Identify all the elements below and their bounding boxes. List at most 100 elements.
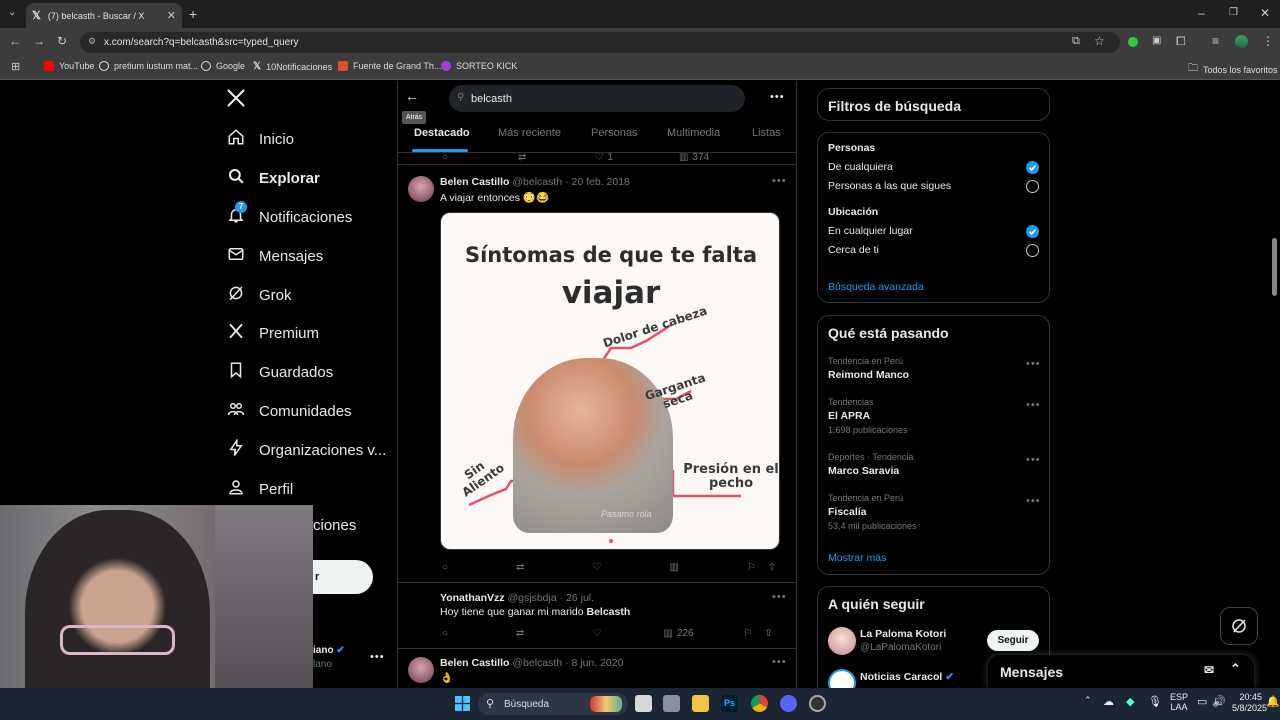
- new-message-icon[interactable]: ✉: [1204, 663, 1214, 677]
- radio-anywhere[interactable]: [1026, 225, 1039, 238]
- taskbar-search[interactable]: ⚲ Búsqueda: [478, 693, 628, 715]
- views-icon[interactable]: ▥: [679, 153, 688, 161]
- repost-icon[interactable]: ⇄: [518, 153, 526, 161]
- post-button[interactable]: r: [313, 560, 373, 594]
- forward-icon[interactable]: →: [33, 34, 45, 48]
- post-more-icon[interactable]: •••: [772, 591, 787, 603]
- tab-destacado[interactable]: Destacado: [414, 127, 470, 139]
- minimize-icon[interactable]: –: [1198, 6, 1205, 20]
- sidebar-item-6[interactable]: Premium: [227, 322, 319, 344]
- display-icon[interactable]: ▭: [1197, 695, 1207, 708]
- sidebar-item-11[interactable]: ciones: [313, 517, 356, 534]
- extension-green-icon[interactable]: [1128, 37, 1138, 47]
- sidebar-item-3[interactable]: 7 Notificaciones: [227, 201, 352, 228]
- author-name[interactable]: YonathanVzz: [440, 592, 505, 604]
- repost-icon[interactable]: ⇄: [516, 628, 524, 639]
- suggest-handle[interactable]: @LaPalomaKotori: [860, 642, 941, 653]
- language-indicator[interactable]: ESP LAA: [1170, 692, 1188, 712]
- bookmark-pretium[interactable]: pretium iustum mat...: [99, 61, 198, 71]
- trend-title[interactable]: Reimond Manco: [828, 369, 909, 381]
- restore-icon[interactable]: ❐: [1229, 7, 1238, 18]
- close-window-icon[interactable]: ✕: [1260, 6, 1270, 20]
- discord-icon[interactable]: [780, 695, 797, 712]
- tray-expand-icon[interactable]: ⌃: [1084, 695, 1092, 706]
- puzzle-icon[interactable]: ⧠: [1176, 34, 1186, 49]
- author-name[interactable]: Belen Castillo: [440, 657, 509, 669]
- search-more-icon[interactable]: •••: [770, 91, 785, 103]
- task-view-icon[interactable]: [635, 695, 652, 712]
- avatar[interactable]: [828, 627, 856, 655]
- radio-following[interactable]: [1026, 180, 1039, 193]
- advanced-search-link[interactable]: Búsqueda avanzada: [828, 281, 924, 293]
- repost-icon[interactable]: ⇄: [516, 562, 524, 573]
- scrollbar-thumb[interactable]: [1272, 238, 1277, 296]
- sidebar-item-7[interactable]: Guardados: [227, 361, 333, 383]
- trend-title[interactable]: El APRA: [828, 410, 870, 422]
- author-handle[interactable]: @gsjsbdja: [507, 592, 556, 604]
- account-name[interactable]: iano ✔: [313, 645, 345, 656]
- tab-personas[interactable]: Personas: [591, 127, 637, 139]
- sidebar-item-4[interactable]: Mensajes: [227, 245, 323, 267]
- trend-more-icon[interactable]: •••: [1026, 358, 1041, 370]
- sidebar-item-8[interactable]: Comunidades: [227, 400, 352, 422]
- views-icon[interactable]: ▥: [663, 628, 672, 639]
- filter-near-you[interactable]: Cerca de ti: [828, 244, 879, 256]
- photoshop-icon[interactable]: Ps: [721, 695, 738, 712]
- trend-more-icon[interactable]: •••: [1026, 399, 1041, 411]
- volume-icon[interactable]: 🔊: [1212, 695, 1226, 708]
- follow-button[interactable]: Seguir: [987, 630, 1039, 651]
- apps-icon[interactable]: ⊞: [11, 60, 20, 73]
- sidebar-item-2[interactable]: Explorar: [227, 167, 320, 189]
- share-icon[interactable]: ⇧: [765, 628, 773, 639]
- filter-anywhere[interactable]: En cualquier lugar: [828, 225, 913, 237]
- reply-icon[interactable]: ○: [442, 153, 448, 161]
- bookmark-icon[interactable]: ⚐: [747, 562, 756, 573]
- start-icon[interactable]: [455, 696, 470, 716]
- bookmark-sorteo[interactable]: SORTEO KICK: [441, 61, 517, 71]
- author-name[interactable]: Belen Castillo: [440, 176, 509, 188]
- site-info-icon[interactable]: ⚙: [88, 36, 96, 47]
- like-icon[interactable]: ♡: [592, 628, 601, 639]
- post-more-icon[interactable]: •••: [772, 656, 787, 668]
- app-icon[interactable]: [663, 695, 680, 712]
- author-handle[interactable]: @belcasth: [512, 176, 562, 188]
- radio-anyone[interactable]: [1026, 161, 1039, 174]
- profile-avatar[interactable]: [1235, 35, 1248, 48]
- suggest-name[interactable]: Noticias Caracol ✔: [860, 671, 954, 683]
- views-icon[interactable]: ▥: [669, 562, 678, 573]
- close-tab-icon[interactable]: ✕: [167, 9, 176, 22]
- filter-following[interactable]: Personas a las que sigues: [828, 180, 951, 192]
- tray-app-icon[interactable]: ◆: [1126, 695, 1134, 708]
- install-icon[interactable]: ⧉: [1072, 35, 1080, 48]
- sidebar-item-5[interactable]: Grok: [227, 284, 292, 306]
- account-more-icon[interactable]: •••: [370, 651, 385, 663]
- notifications-icon[interactable]: 🔔: [1266, 695, 1280, 708]
- star-icon[interactable]: ☆: [1094, 34, 1105, 48]
- post-date[interactable]: 26 jul.: [566, 592, 594, 604]
- show-more-link[interactable]: Mostrar más: [828, 552, 886, 564]
- reload-icon[interactable]: ↻: [57, 34, 67, 48]
- avatar[interactable]: [408, 657, 434, 683]
- sidebar-item-9[interactable]: Organizaciones v...: [227, 438, 386, 461]
- media-icon[interactable]: ≡: [1212, 34, 1219, 48]
- post-more-icon[interactable]: •••: [772, 175, 787, 187]
- grok-button[interactable]: [1220, 607, 1258, 645]
- post-image[interactable]: Síntomas de que te falta viajar Dolor de…: [440, 212, 780, 550]
- bookmark-fuente[interactable]: Fuente de Grand Th...: [338, 61, 441, 71]
- messages-drawer[interactable]: Mensajes ✉ ⌃: [988, 655, 1254, 688]
- all-bookmarks[interactable]: 🗀 Todos los favoritos: [1188, 61, 1278, 78]
- like-icon[interactable]: ♡: [594, 153, 603, 161]
- avatar[interactable]: [408, 176, 434, 202]
- search-input[interactable]: ⚲ belcasth: [449, 85, 745, 112]
- back-icon[interactable]: ←: [9, 34, 21, 48]
- back-arrow-icon[interactable]: ←: [405, 88, 419, 104]
- filter-anyone[interactable]: De cualquiera: [828, 161, 893, 173]
- tab-listas[interactable]: Listas: [752, 127, 781, 139]
- chrome-icon[interactable]: [751, 695, 768, 712]
- author-handle[interactable]: @belcasth: [512, 657, 562, 669]
- menu-icon[interactable]: ⋮: [1262, 34, 1274, 48]
- tab-mas-reciente[interactable]: Más reciente: [498, 127, 561, 139]
- new-tab-icon[interactable]: +: [189, 6, 197, 22]
- share-icon[interactable]: ⇧: [768, 562, 776, 573]
- tab-search-icon[interactable]: ⌄: [8, 7, 16, 18]
